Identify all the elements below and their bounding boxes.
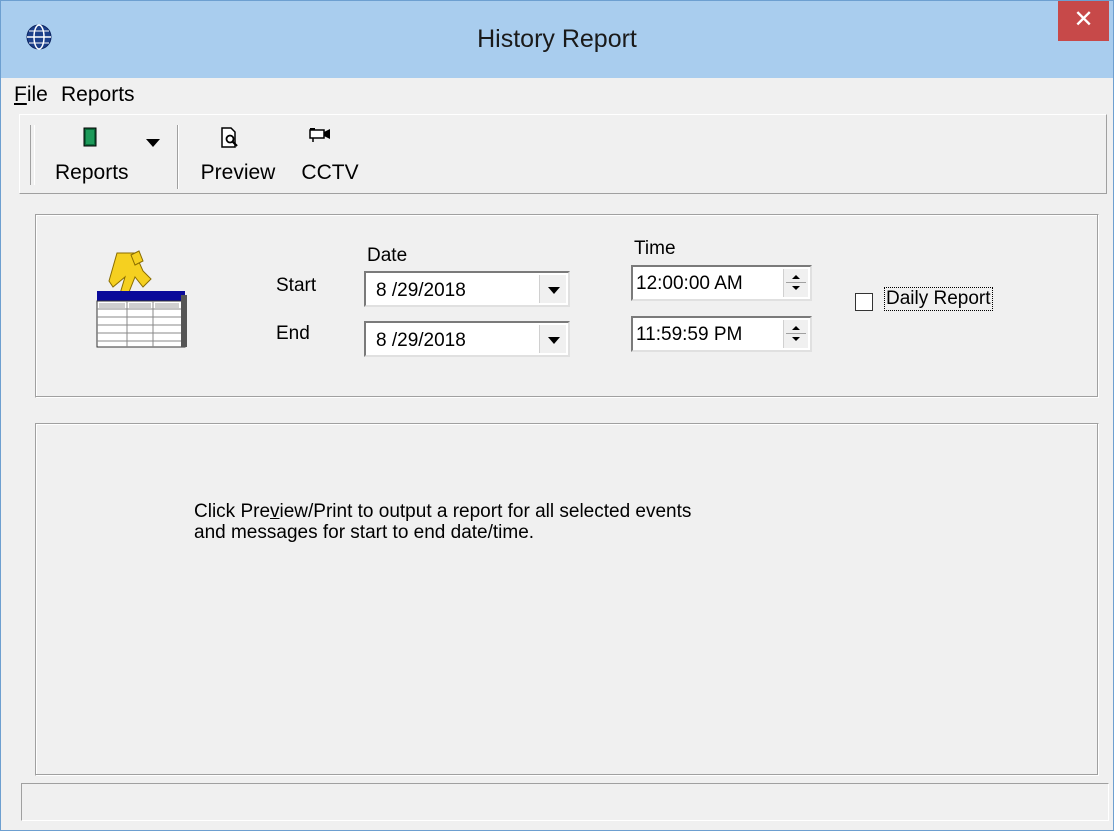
menu-bar: File Reports xyxy=(1,78,1113,112)
close-icon: ✕ xyxy=(1073,6,1094,33)
daily-report-label[interactable]: Daily Report xyxy=(884,287,993,311)
start-time-spin-buttons[interactable] xyxy=(783,269,808,297)
reports-dropdown-button[interactable]: Reports xyxy=(39,121,169,189)
toolbar: Reports Preview CCTV xyxy=(19,114,1107,194)
start-time-value: 12:00:00 AM xyxy=(636,273,743,294)
spin-divider xyxy=(786,282,806,283)
menu-reports[interactable]: Reports xyxy=(61,83,135,107)
end-label: End xyxy=(276,323,310,344)
menu-file-accelerator: F xyxy=(14,83,27,106)
instruction-accelerator: v xyxy=(270,501,280,522)
instruction-line-1: Click Preview/Print to output a report f… xyxy=(194,501,794,522)
instruction-text: Click Preview/Print to output a report f… xyxy=(194,501,794,543)
end-date-dropdown-icon[interactable] xyxy=(539,325,566,353)
camera-icon xyxy=(309,128,330,142)
chevron-down-icon xyxy=(146,139,160,147)
preview-button[interactable]: Preview xyxy=(188,121,288,189)
status-bar xyxy=(21,783,1109,821)
daily-report-checkbox[interactable] xyxy=(855,293,873,311)
preview-button-label: Preview xyxy=(200,161,276,184)
toolbar-grip[interactable] xyxy=(30,125,35,185)
end-date-picker[interactable]: 8 /29/2018 xyxy=(364,321,570,357)
date-header: Date xyxy=(367,245,408,266)
start-label: Start xyxy=(276,275,317,296)
history-report-icon xyxy=(96,250,187,348)
book-icon xyxy=(83,127,97,147)
instruction-line-2: and messages for start to end date/time. xyxy=(194,522,535,543)
close-button[interactable]: ✕ xyxy=(1058,1,1109,41)
toolbar-separator xyxy=(177,125,179,189)
title-bar[interactable]: History Report ✕ xyxy=(1,1,1113,78)
start-date-value: 8 /29/2018 xyxy=(376,280,466,301)
start-date-dropdown-icon[interactable] xyxy=(539,275,566,303)
reports-button-label: Reports xyxy=(55,161,129,184)
window-title: History Report xyxy=(477,25,637,53)
spin-up-icon xyxy=(792,326,800,330)
spin-down-icon xyxy=(792,337,800,341)
end-time-value: 11:59:59 PM xyxy=(636,324,743,345)
spin-down-icon xyxy=(792,286,800,290)
end-time-spin-buttons[interactable] xyxy=(783,320,808,348)
time-header: Time xyxy=(634,238,676,259)
history-report-window: History Report ✕ File Reports Reports Pr… xyxy=(0,0,1114,831)
message-panel xyxy=(35,423,1099,776)
cctv-button-label: CCTV xyxy=(301,161,359,184)
end-date-value: 8 /29/2018 xyxy=(376,330,466,351)
spin-divider xyxy=(786,333,806,334)
menu-file[interactable]: File xyxy=(14,83,48,107)
print-preview-icon xyxy=(221,127,238,148)
menu-file-label: ile xyxy=(26,83,48,106)
spin-up-icon xyxy=(792,275,800,279)
instruction-line-1-start: Click Pre xyxy=(194,501,271,522)
cctv-button[interactable]: CCTV xyxy=(290,121,370,189)
end-time-spinner[interactable]: 11:59:59 PM xyxy=(631,316,812,352)
start-date-picker[interactable]: 8 /29/2018 xyxy=(364,271,570,307)
start-time-spinner[interactable]: 12:00:00 AM xyxy=(631,265,812,301)
instruction-line-1-end: iew/Print to output a report for all sel… xyxy=(279,501,692,522)
